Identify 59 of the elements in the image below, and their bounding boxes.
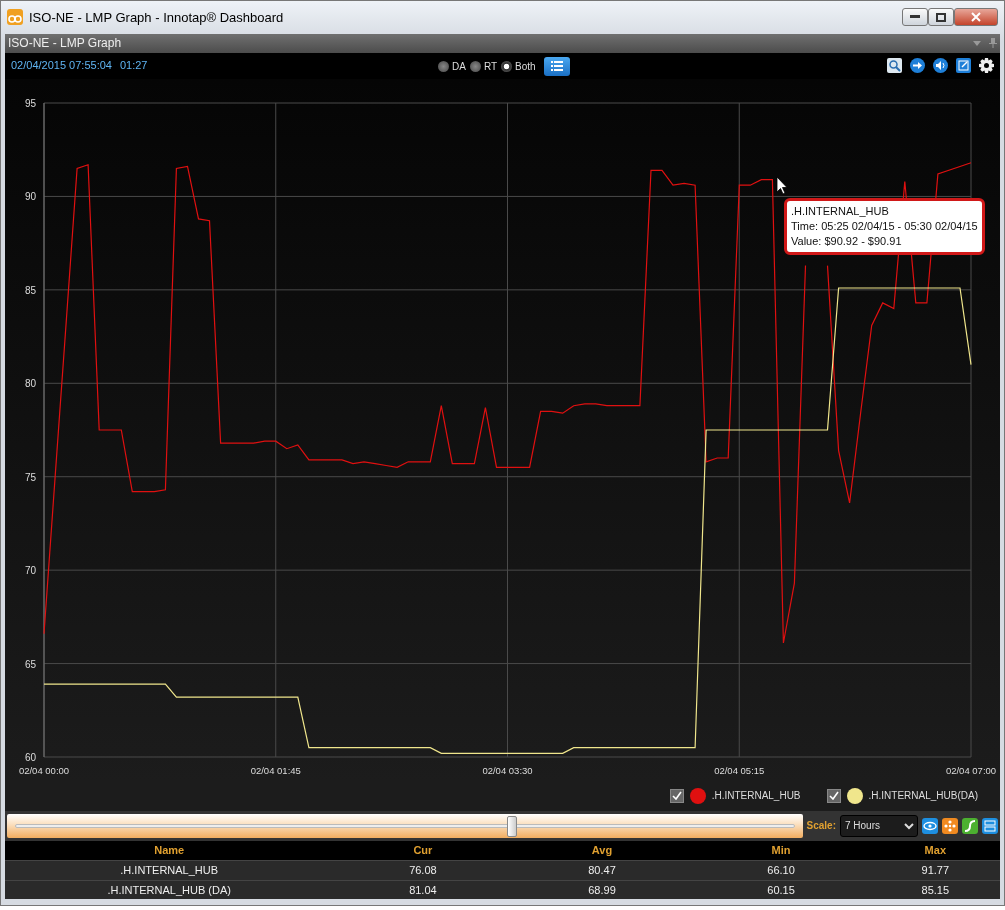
table-cell: 91.77 xyxy=(870,860,1000,880)
table-cell: 66.10 xyxy=(691,860,871,880)
close-icon xyxy=(971,12,981,23)
list-icon xyxy=(550,61,563,71)
legend-label: .H.INTERNAL_HUB(DA) xyxy=(868,789,978,803)
y-axis-label: 80 xyxy=(24,377,36,389)
close-button[interactable] xyxy=(954,8,998,27)
table-cell: .H.INTERNAL_HUB (DA) xyxy=(5,880,334,899)
y-axis-label: 85 xyxy=(24,284,36,296)
mouse-pointer-icon xyxy=(776,176,788,194)
minimize-button[interactable] xyxy=(902,8,928,27)
pin-icon[interactable] xyxy=(989,38,997,48)
legend-label: .H.INTERNAL_HUB xyxy=(711,789,801,803)
y-axis-label: 60 xyxy=(24,751,36,763)
mode-radio[interactable]: Both xyxy=(501,58,536,74)
list-view-button[interactable] xyxy=(543,56,570,76)
edit-icon[interactable] xyxy=(956,58,971,73)
series-label: .H.INTERNAL_HUB xyxy=(791,203,890,219)
table-cell: 60.15 xyxy=(691,880,871,899)
chart-tooltip: .H.INTERNAL_HUB Time: 05:25 02/04/15 - 05:30 02/04/15 Value: $90.92 - $90.91 xyxy=(784,197,985,255)
minimize-icon xyxy=(910,15,920,20)
slider-thumb[interactable] xyxy=(507,815,518,837)
curve-icon[interactable] xyxy=(962,817,978,834)
range-slider[interactable] xyxy=(7,813,803,838)
speaker-icon[interactable] xyxy=(933,58,948,73)
legend-checkbox[interactable] xyxy=(826,788,841,803)
mode-radio[interactable]: RT xyxy=(469,58,498,74)
table-cell: 85.15 xyxy=(870,880,1000,899)
scale-select[interactable]: 7 Hours xyxy=(840,814,918,837)
table-cell: 76.08 xyxy=(333,860,513,880)
settings-icon[interactable] xyxy=(979,58,994,73)
panel-title: ISO-NE - LMP Graph xyxy=(8,35,122,52)
legend-checkbox[interactable] xyxy=(669,788,684,803)
y-axis-label: 95 xyxy=(24,97,36,109)
window-title: ISO-NE - LMP Graph - Innotap® Dashboard xyxy=(29,8,284,27)
table-cell: .H.INTERNAL_HUB xyxy=(5,860,334,880)
y-axis-label: 70 xyxy=(24,564,36,576)
x-axis-label: 02/04 07:00 xyxy=(945,764,997,776)
scale-label: Scale: xyxy=(806,819,836,833)
table-cell: 80.47 xyxy=(512,860,692,880)
x-axis-label: 02/04 00:00 xyxy=(18,764,70,776)
maximize-button[interactable] xyxy=(928,8,954,27)
eye-icon[interactable] xyxy=(922,817,938,834)
mode-radio[interactable]: DA xyxy=(438,58,466,74)
maximize-icon xyxy=(936,12,946,22)
x-axis-label: 02/04 01:45 xyxy=(250,764,301,776)
x-axis-label: 02/04 03:30 xyxy=(482,764,533,776)
datetime-text: 02/04/2015 07:55:04 xyxy=(11,58,112,74)
y-axis-label: 90 xyxy=(24,190,36,202)
y-axis-label: 65 xyxy=(24,658,36,670)
dots-icon[interactable] xyxy=(942,817,958,834)
app-logo-icon xyxy=(7,9,23,26)
x-axis-label: 02/04 05:15 xyxy=(714,764,765,776)
layout-icon[interactable] xyxy=(982,817,998,834)
search-icon[interactable] xyxy=(887,58,902,73)
table-cell: 81.04 xyxy=(333,880,513,899)
elapsed-time-text: 01:27 xyxy=(119,58,148,74)
table-cell: 68.99 xyxy=(512,880,692,899)
y-axis-label: 75 xyxy=(24,471,36,483)
